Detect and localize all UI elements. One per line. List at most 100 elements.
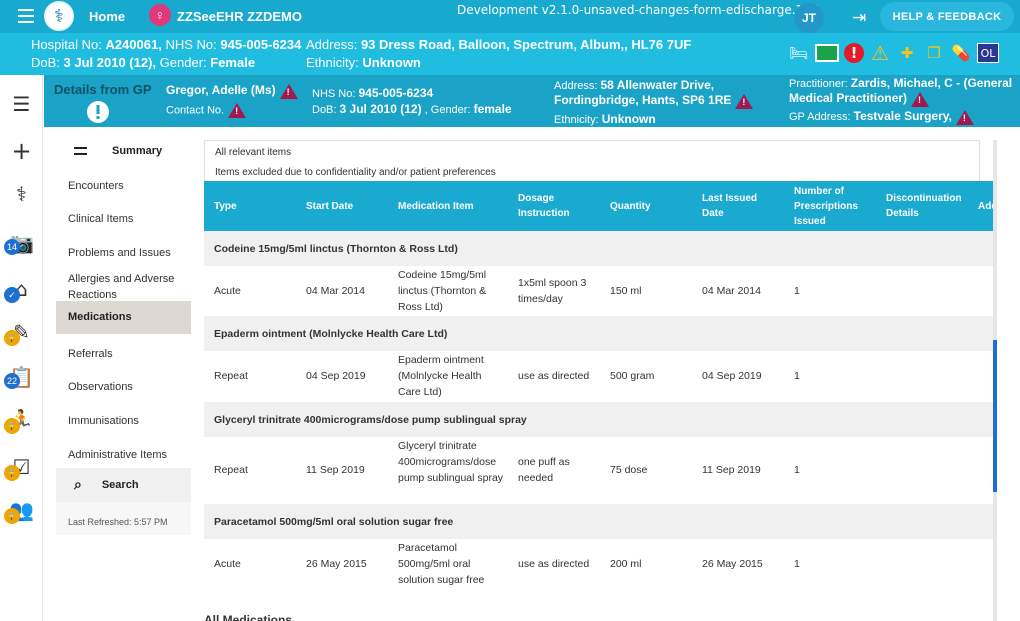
col-prescriptions-count[interactable]: Number of Prescriptions Issued — [794, 181, 868, 231]
home-link[interactable]: Home — [89, 9, 125, 24]
cell-start: 11 Sep 2019 — [306, 464, 365, 476]
filter-excluded[interactable]: Items excluded due to confidentiality an… — [215, 167, 496, 178]
warning-icon — [228, 103, 247, 118]
gp-details-header: Details from GP Gregor, Adelle (Ms) Cont… — [44, 75, 1020, 127]
checklist-icon[interactable]: ☑ 🔒 — [0, 455, 43, 481]
user-avatar[interactable]: JT — [794, 3, 824, 33]
search-button[interactable]: ⌕ Search — [56, 468, 191, 502]
table-row[interactable]: Repeat 04 Sep 2019 Epaderm ointment (Mol… — [204, 351, 996, 402]
stethoscope-icon[interactable]: ⚕ — [0, 182, 43, 206]
cell-quantity: 150 ml — [610, 285, 642, 297]
edit-icon[interactable]: ✎ 🔒 — [0, 320, 43, 346]
medication-group[interactable]: Paracetamol 500mg/5ml oral solution suga… — [204, 504, 996, 539]
clipboard-icon[interactable]: 📋 22 — [0, 365, 43, 389]
dev-version-banner: Development v2.1.0-unsaved-changes-form-… — [457, 3, 819, 17]
cell-dosage: use as directed — [518, 370, 590, 382]
filter-all-relevant[interactable]: All relevant items — [215, 147, 291, 158]
nav-observations[interactable]: Observations — [56, 379, 191, 395]
medication-group[interactable]: Epaderm ointment (Molnlycke Health Care … — [204, 316, 996, 351]
cell-quantity: 200 ml — [610, 558, 642, 570]
table-row[interactable]: Acute 04 Mar 2014 Codeine 15mg/5ml linct… — [204, 266, 996, 316]
nav-referrals[interactable]: Referrals — [56, 346, 191, 362]
col-quantity[interactable]: Quantity — [610, 181, 651, 231]
patient-name-link[interactable]: ZZSeeEHR ZZDEMO — [177, 9, 302, 24]
medication-group[interactable]: Glyceryl trinitrate 400micrograms/dose p… — [204, 402, 996, 437]
col-discontinuation[interactable]: Discontinuation Details — [886, 181, 972, 231]
gp-address-line2: Fordingbridge, Hants, SP6 1RE — [554, 93, 754, 109]
gp-ethnicity: Ethnicity: Unknown — [554, 112, 656, 126]
activity-icon[interactable]: 🏃 🔒 — [0, 408, 43, 434]
cell-type: Repeat — [214, 370, 248, 382]
pill-icon[interactable]: 💊 — [950, 43, 972, 63]
collapse-icon[interactable] — [74, 147, 87, 155]
gp-address-surgery: GP Address: Testvale Surgery, — [789, 109, 974, 125]
patient-ethnicity: Ethnicity: Unknown — [306, 55, 421, 70]
cell-start: 04 Mar 2014 — [306, 285, 365, 297]
lock-icon: 🔒 — [4, 508, 20, 524]
nav-clinical-items[interactable]: Clinical Items — [56, 211, 191, 227]
col-start-date[interactable]: Start Date — [306, 181, 353, 231]
nav-problems-issues[interactable]: Problems and Issues — [56, 245, 191, 261]
lock-icon: 🔒 — [4, 330, 20, 346]
nav-medications[interactable]: Medications — [56, 301, 191, 334]
summary-header[interactable]: Summary — [56, 135, 191, 167]
documents-icon[interactable]: ❐ — [923, 43, 945, 63]
cell-start: 26 May 2015 — [306, 558, 367, 570]
cell-quantity: 500 gram — [610, 370, 655, 382]
cell-last-issued: 26 May 2015 — [702, 558, 763, 570]
summary-nav: Summary Encounters Clinical Items Proble… — [56, 135, 191, 535]
warning-icon — [279, 83, 298, 99]
gp-info-icon[interactable] — [86, 100, 110, 129]
table-row[interactable]: Acute 26 May 2015 Paracetamol 500mg/5ml … — [204, 539, 996, 589]
list-icon[interactable]: ☰ — [0, 92, 43, 116]
menu-icon[interactable] — [18, 9, 34, 23]
gp-nhs: NHS No: 945-005-6234 — [312, 86, 434, 100]
ol-badge[interactable]: OL — [977, 43, 999, 63]
medications-panel: All relevant items Items excluded due to… — [204, 140, 996, 621]
col-dosage[interactable]: Dosage Instruction — [518, 181, 578, 231]
nav-allergies[interactable]: Allergies and Adverse Reactions — [56, 271, 191, 303]
nav-immunisations[interactable]: Immunisations — [56, 413, 191, 429]
nav-administrative-items[interactable]: Administrative Items — [56, 447, 191, 463]
patient-address: Address: 93 Dress Road, Balloon, Spectru… — [306, 37, 692, 52]
caduceus-icon: ⚕ — [54, 5, 64, 27]
camera-icon[interactable]: 📷 14 — [0, 231, 43, 255]
cell-last-issued: 04 Mar 2014 — [702, 285, 761, 297]
app-logo[interactable]: ⚕ — [44, 1, 74, 31]
cell-start: 04 Sep 2019 — [306, 370, 366, 382]
search-icon: ⌕ — [74, 477, 82, 493]
home-check-icon[interactable]: ⌂ ✓ — [0, 277, 43, 303]
cell-type: Acute — [214, 558, 241, 570]
gp-patient-name: Gregor, Adelle (Ms) — [166, 83, 298, 99]
team-icon[interactable]: 👥 🔒 — [0, 498, 43, 524]
help-feedback-button[interactable]: HELP & FEEDBACK — [880, 2, 1014, 31]
warning-icon — [735, 93, 754, 109]
medication-group[interactable]: Codeine 15mg/5ml linctus (Thornton & Ros… — [204, 231, 996, 266]
alert-icon[interactable]: ! — [844, 43, 864, 63]
patient-banner: Hospital No: A240061, NHS No: 945-005-62… — [0, 33, 1020, 75]
gp-details-title: Details from GP — [54, 82, 152, 97]
nav-encounters[interactable]: Encounters — [56, 178, 191, 194]
table-row[interactable]: Repeat 11 Sep 2019 Glyceryl trinitrate 4… — [204, 437, 996, 504]
hospital-number: Hospital No: A240061, NHS No: 945-005-62… — [31, 37, 302, 52]
col-medication-item[interactable]: Medication Item — [398, 181, 474, 231]
col-type[interactable]: Type — [214, 181, 237, 231]
clipboard-plus-icon[interactable]: ✚ — [896, 43, 918, 63]
cell-item: Paracetamol 500mg/5ml oral solution suga… — [398, 542, 485, 586]
scrollbar-thumb[interactable] — [993, 340, 997, 492]
medications-table: Type Start Date Medication Item Dosage I… — [204, 181, 996, 589]
cell-dosage: one puff as needed — [518, 456, 570, 484]
cell-dosage: 1x5ml spoon 3 times/day — [518, 277, 587, 305]
alert-icons: 🛏 ! ⚠ ✚ ❐ 💊 OL — [788, 41, 999, 65]
add-icon[interactable]: + — [0, 137, 43, 165]
cell-count: 1 — [794, 558, 800, 570]
green-status-icon[interactable] — [815, 44, 839, 62]
lock-icon: 🔒 — [4, 465, 20, 481]
col-last-issued[interactable]: Last Issued Date — [702, 181, 772, 231]
last-refreshed: Last Refreshed: 5:57 PM — [68, 517, 168, 527]
gp-practitioner-line2: Medical Practitioner) — [789, 91, 930, 107]
logout-icon[interactable]: ⇥ — [852, 8, 866, 28]
left-rail: ☰ + ⚕ 📷 14 ⌂ ✓ ✎ 🔒 📋 22 🏃 🔒 ☑ 🔒 👥 🔒 — [0, 75, 43, 621]
bed-icon[interactable]: 🛏 — [788, 43, 810, 63]
warning-icon[interactable]: ⚠ — [869, 41, 891, 65]
